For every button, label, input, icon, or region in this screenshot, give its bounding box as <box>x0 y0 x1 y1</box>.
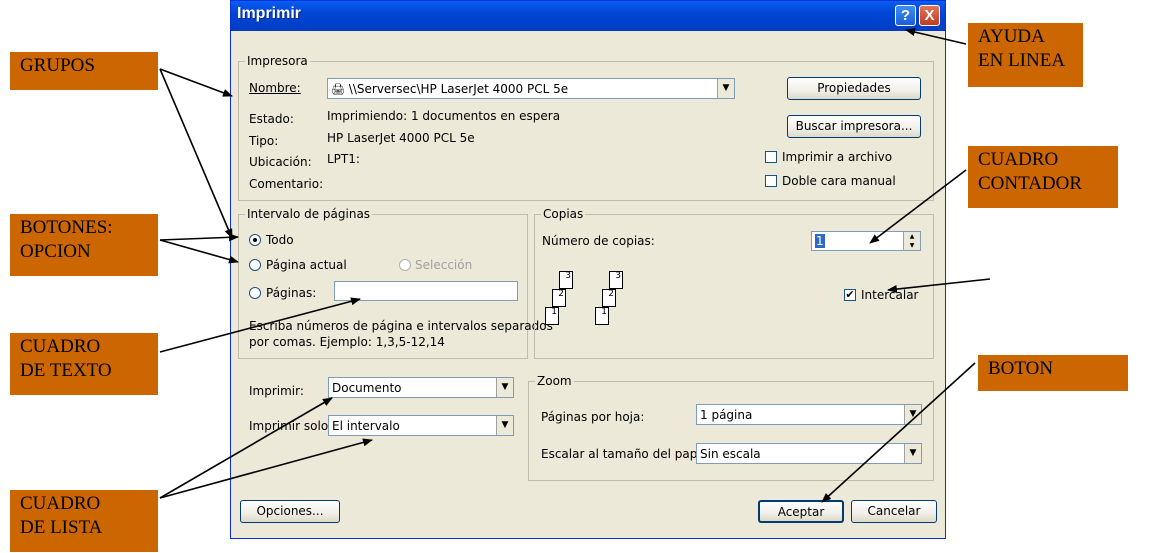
pages-input[interactable] <box>334 281 518 301</box>
copies-count-label: Número de copias: <box>542 234 655 248</box>
page-icon-3b: 3 <box>609 271 623 289</box>
callout-contador: CUADRO CONTADOR <box>968 146 1118 208</box>
chevron-down-icon[interactable]: ▼ <box>496 416 513 435</box>
pages-per-sheet-value: 1 página <box>700 408 753 422</box>
printer-name-label: Nombre: <box>249 81 301 95</box>
manual-duplex-checkbox[interactable] <box>765 175 777 187</box>
callout-texto: CUADRO DE TEXTO <box>10 333 158 395</box>
print-only-label: Imprimir solo: <box>249 419 333 433</box>
page-icon-1a: 1 <box>545 307 559 325</box>
type-value: HP LaserJet 4000 PCL 5e <box>327 131 475 145</box>
page-range-group-label: Intervalo de páginas <box>245 207 373 221</box>
page-icon-2a: 2 <box>552 289 566 307</box>
titlebar: Imprimir ? X <box>231 1 945 31</box>
page-icon-1b: 1 <box>595 307 609 325</box>
printer-name-value: 🖨 \\Serversec\HP LaserJet 4000 PCL 5e <box>331 82 569 96</box>
callout-texto-line1: CUADRO <box>20 336 101 357</box>
copies-count-value: 1 <box>815 234 825 248</box>
callout-boton: BOTON <box>978 355 1128 391</box>
copies-group-label: Copias <box>541 207 586 221</box>
cancel-button[interactable]: Cancelar <box>851 500 937 523</box>
close-button[interactable]: X <box>919 5 940 26</box>
radio-current-page[interactable] <box>249 259 261 271</box>
callout-grupos: GRUPOS <box>10 52 158 90</box>
pages-per-sheet-label: Páginas por hoja: <box>541 410 645 424</box>
dialog-title: Imprimir <box>237 5 302 22</box>
arrow-botones-1 <box>159 233 239 242</box>
ok-button[interactable]: Aceptar <box>758 500 844 523</box>
arrow-grupos-1 <box>159 68 233 97</box>
pages-per-sheet-select[interactable]: 1 página ▼ <box>696 404 922 425</box>
location-label: Ubicación: <box>249 155 312 169</box>
callout-botones: BOTONES: OPCION <box>10 214 158 276</box>
callout-lista-line2: DE LISTA <box>20 517 103 538</box>
spin-up-icon[interactable]: ▲ <box>903 232 920 241</box>
properties-button[interactable]: Propiedades <box>787 77 921 100</box>
printer-group-label: Impresora <box>245 54 310 68</box>
chevron-down-icon[interactable]: ▼ <box>717 79 734 98</box>
print-only-select[interactable]: El intervalo ▼ <box>328 415 514 436</box>
comment-label: Comentario: <box>249 177 324 191</box>
callout-boton-text: BOTON <box>988 358 1054 379</box>
print-only-value: El intervalo <box>332 419 400 433</box>
callout-botones-line1: BOTONES: <box>20 217 113 238</box>
status-label: Estado: <box>249 112 294 126</box>
manual-duplex-label: Doble cara manual <box>782 174 896 188</box>
print-dialog: Imprimir ? X Impresora Nombre: 🖨 \\Serve… <box>230 0 946 539</box>
status-value: Imprimiendo: 1 documentos en espera <box>327 109 561 123</box>
printer-name-select[interactable]: 🖨 \\Serversec\HP LaserJet 4000 PCL 5e ▼ <box>327 78 735 99</box>
callout-ayuda-line2: EN LINEA <box>978 50 1066 71</box>
radio-selection[interactable] <box>399 259 411 271</box>
options-button[interactable]: Opciones... <box>240 500 340 523</box>
callout-texto-line2: DE TEXTO <box>20 360 112 381</box>
arrow-grupos-2 <box>159 68 233 239</box>
page-icon-3a: 3 <box>559 271 573 289</box>
scale-label: Escalar al tamaño del papel: <box>541 447 713 461</box>
print-to-file-label: Imprimir a archivo <box>782 150 893 164</box>
zoom-group-label: Zoom <box>535 374 574 388</box>
help-button[interactable]: ? <box>895 5 916 26</box>
print-what-select[interactable]: Documento ▼ <box>328 377 514 398</box>
printer-icon: 🖨 <box>331 83 345 96</box>
collate-checkbox[interactable]: ✔ <box>844 289 856 301</box>
arrow-botones-2 <box>159 239 239 264</box>
range-hint-line1: Escriba números de página e intervalos s… <box>249 319 553 333</box>
callout-contador-line2: CONTADOR <box>978 173 1083 194</box>
spin-down-icon[interactable]: ▼ <box>903 241 920 250</box>
location-value: LPT1: <box>327 152 360 166</box>
print-to-file-checkbox[interactable] <box>765 151 777 163</box>
radio-current-page-label: Página actual <box>266 258 347 272</box>
zoom-group: Zoom <box>528 374 934 481</box>
callout-lista-line1: CUADRO <box>20 493 101 514</box>
chevron-down-icon[interactable]: ▼ <box>496 378 513 397</box>
callout-botones-line2: OPCION <box>20 241 91 262</box>
radio-pages[interactable] <box>249 287 261 299</box>
radio-selection-label: Selección <box>415 258 473 272</box>
callout-ayuda-line1: AYUDA <box>978 26 1045 47</box>
copies-spinner[interactable]: 1 ▲ ▼ <box>811 231 921 251</box>
radio-all-label: Todo <box>266 233 294 247</box>
find-printer-button[interactable]: Buscar impresora... <box>787 115 921 138</box>
callout-grupos-text: GRUPOS <box>20 55 95 76</box>
scale-select[interactable]: Sin escala ▼ <box>696 443 922 464</box>
radio-all[interactable] <box>249 234 261 246</box>
type-label: Tipo: <box>249 134 279 148</box>
collate-label: Intercalar <box>861 288 919 302</box>
chevron-down-icon[interactable]: ▼ <box>904 444 921 463</box>
radio-pages-label: Páginas: <box>266 286 317 300</box>
scale-value: Sin escala <box>700 447 761 461</box>
collate-pages-icon: 3 2 1 3 2 1 <box>545 269 635 341</box>
page-icon-2b: 2 <box>602 289 616 307</box>
callout-ayuda: AYUDA EN LINEA <box>968 23 1083 87</box>
callout-lista: CUADRO DE LISTA <box>10 490 158 552</box>
print-what-label: Imprimir: <box>249 384 304 398</box>
range-hint-line2: por comas. Ejemplo: 1,3,5-12,14 <box>249 335 445 349</box>
chevron-down-icon[interactable]: ▼ <box>904 405 921 424</box>
callout-contador-line1: CUADRO <box>978 149 1059 170</box>
print-what-value: Documento <box>332 381 402 395</box>
